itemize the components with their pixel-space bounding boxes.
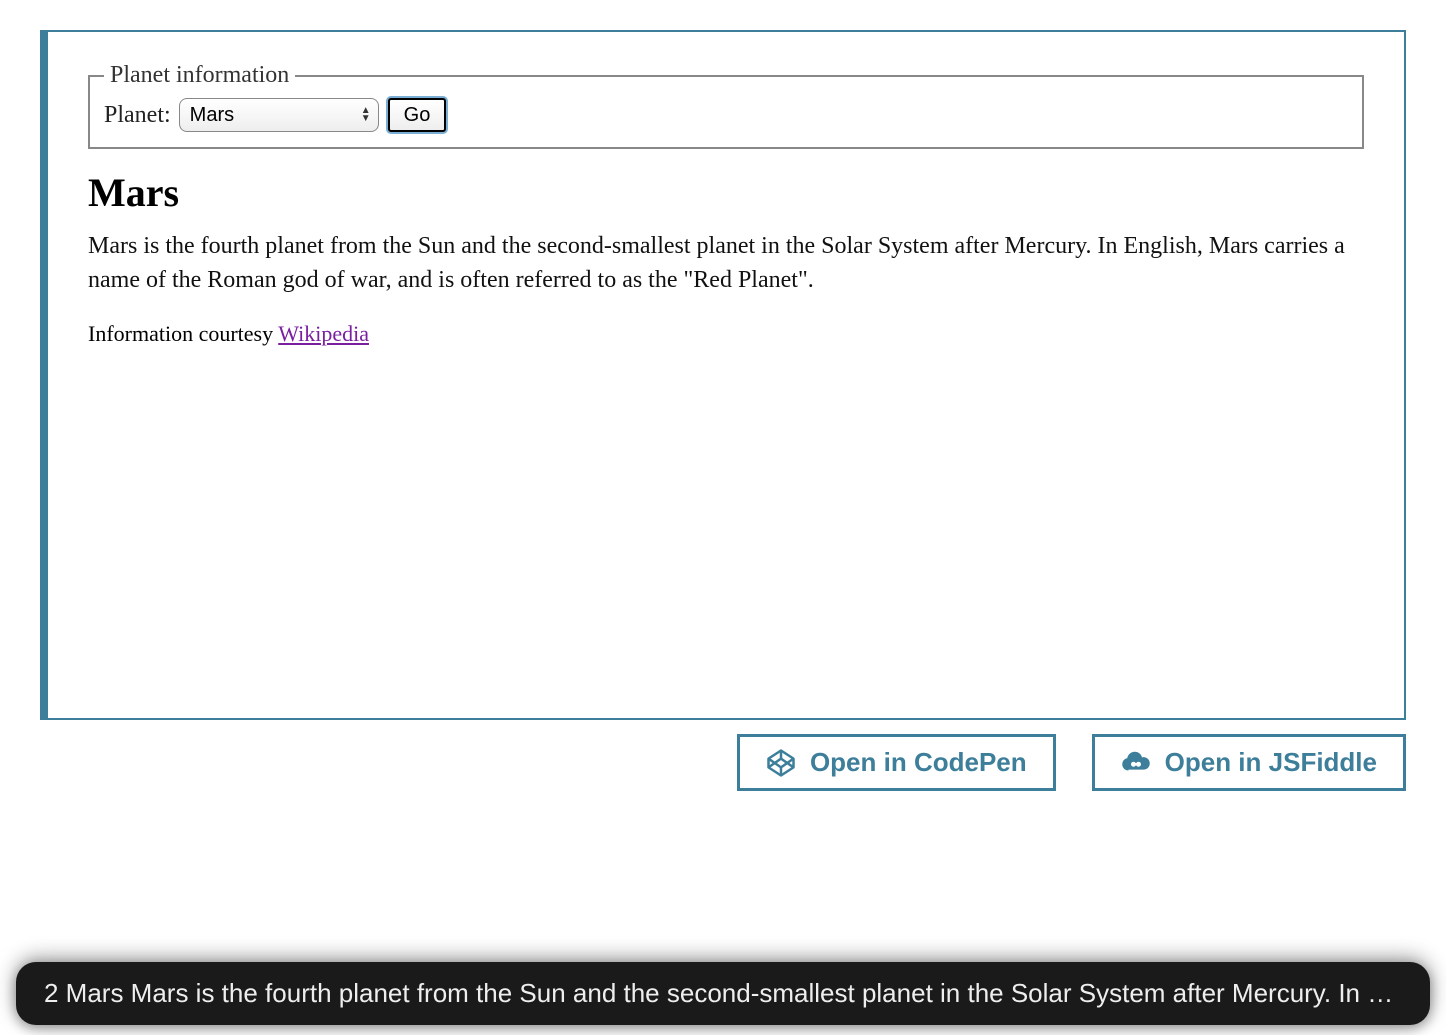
playground-button-row: Open in CodePen Open in JSFiddle — [40, 734, 1406, 791]
status-tooltip: 2 Mars Mars is the fourth planet from th… — [16, 962, 1430, 1025]
demo-frame: Planet information Planet: Mars ▲▼ Go Ma… — [40, 30, 1406, 720]
article-description: Mars is the fourth planet from the Sun a… — [88, 230, 1364, 297]
open-jsfiddle-button[interactable]: Open in JSFiddle — [1092, 734, 1406, 791]
go-button[interactable]: Go — [387, 97, 448, 133]
fieldset-legend: Planet information — [104, 62, 295, 89]
planet-fieldset: Planet information Planet: Mars ▲▼ Go — [88, 62, 1364, 149]
article-title: Mars — [88, 169, 1364, 216]
codepen-icon — [766, 748, 796, 778]
planet-row: Planet: Mars ▲▼ Go — [104, 97, 1348, 133]
planet-label: Planet: — [104, 102, 171, 129]
open-codepen-button[interactable]: Open in CodePen — [737, 734, 1056, 791]
credit-prefix: Information courtesy — [88, 321, 278, 346]
jsfiddle-label: Open in JSFiddle — [1165, 747, 1377, 778]
jsfiddle-icon — [1121, 748, 1151, 778]
codepen-label: Open in CodePen — [810, 747, 1027, 778]
article-credit: Information courtesy Wikipedia — [88, 321, 1364, 347]
wikipedia-link[interactable]: Wikipedia — [278, 321, 369, 346]
planet-select[interactable]: Mars — [179, 98, 379, 132]
